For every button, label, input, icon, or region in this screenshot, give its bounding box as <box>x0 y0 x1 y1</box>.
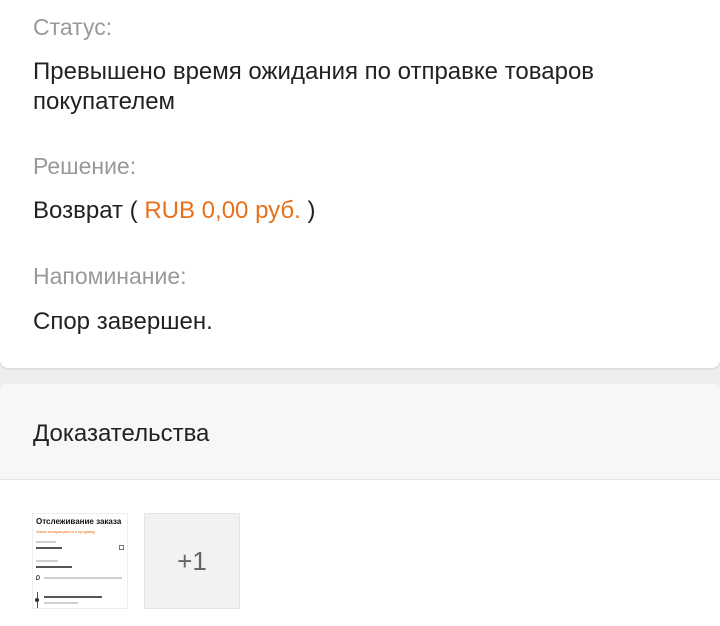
thumbnail-text-line <box>44 596 102 598</box>
reminder-value: Спор завершен. <box>33 308 213 335</box>
thumbnail-text-line <box>36 566 72 568</box>
copy-icon <box>119 545 124 550</box>
refund-amount: RUB 0,00 руб. <box>144 197 301 224</box>
thumbnail-text-line <box>44 577 122 579</box>
status-value-line2: покупателем <box>33 88 176 115</box>
location-pin-icon <box>36 575 40 580</box>
evidence-thumbnail[interactable]: Отслеживание заказа Заказ возвращается к… <box>32 513 128 609</box>
thumbnail-text-line <box>36 547 62 549</box>
evidence-header: Доказательства <box>0 384 720 480</box>
status-label: Статус: <box>33 14 113 40</box>
tracking-dot-icon <box>35 598 39 602</box>
decision-suffix: ) <box>307 197 316 224</box>
thumbnail-text-line <box>36 541 56 543</box>
reminder-label: Напоминание: <box>33 263 187 289</box>
thumbnail-subtitle: Заказ возвращается к продавцу <box>36 529 96 534</box>
status-value: Превышено время ожидания по отправке тов… <box>33 57 594 117</box>
decision-prefix: Возврат ( <box>33 197 138 224</box>
decision-value: Возврат ( RUB 0,00 руб. ) <box>33 196 316 226</box>
thumbnail-text-line <box>44 602 78 604</box>
status-value-line1: Превышено время ожидания по отправке тов… <box>33 58 595 85</box>
thumbnail-title: Отслеживание заказа <box>36 517 122 526</box>
evidence-title: Доказательства <box>33 420 210 447</box>
thumbnail-text-line <box>36 560 58 562</box>
more-evidence-button[interactable]: +1 <box>144 513 240 609</box>
evidence-card: Доказательства Отслеживание заказа Заказ… <box>0 384 720 626</box>
dispute-details-card: Статус: Превышено время ожидания по отпр… <box>0 0 720 368</box>
more-evidence-count: +1 <box>177 545 207 576</box>
decision-label: Решение: <box>33 153 137 179</box>
